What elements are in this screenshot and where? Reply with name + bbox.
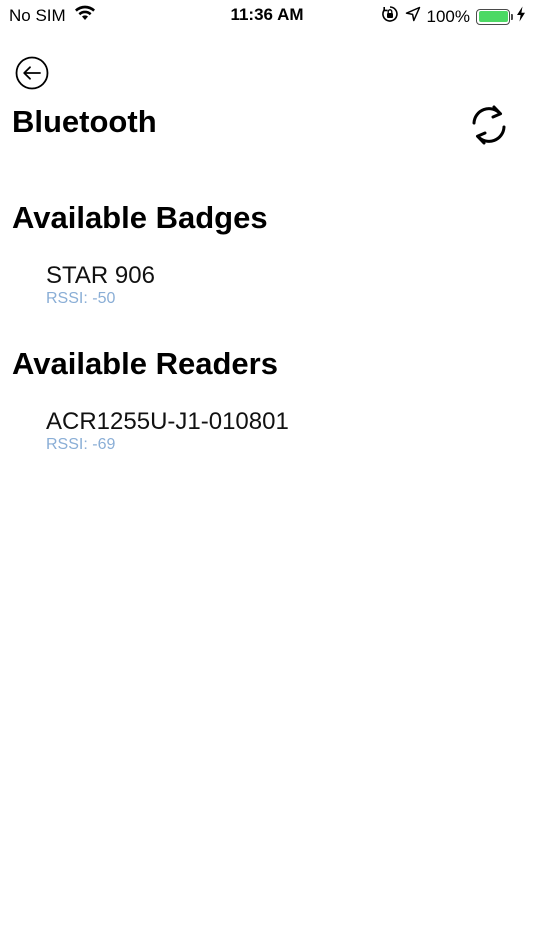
back-arrow-circle-icon <box>15 56 49 90</box>
orientation-lock-icon <box>381 5 399 28</box>
battery-icon <box>476 8 513 25</box>
badge-list-item[interactable]: STAR 906 RSSI: -50 <box>46 262 155 308</box>
reader-list-item[interactable]: ACR1255U-J1-010801 RSSI: -69 <box>46 408 289 454</box>
charging-bolt-icon <box>516 6 526 27</box>
back-button[interactable] <box>15 56 49 90</box>
location-arrow-icon <box>405 6 421 27</box>
battery-percent: 100% <box>426 6 470 26</box>
status-bar: No SIM 11:36 AM 100% <box>0 0 534 32</box>
battery-fill <box>478 11 508 22</box>
device-rssi: RSSI: -50 <box>46 290 116 307</box>
refresh-button[interactable] <box>469 104 509 146</box>
status-right: 100% <box>375 5 526 28</box>
device-rssi: RSSI: -69 <box>46 436 116 453</box>
device-name: STAR 906 <box>46 262 155 289</box>
refresh-icon <box>472 105 506 145</box>
page-title: Bluetooth <box>12 104 157 139</box>
device-name: ACR1255U-J1-010801 <box>46 408 289 435</box>
badges-section-title: Available Badges <box>12 200 268 235</box>
readers-section-title: Available Readers <box>12 346 278 381</box>
